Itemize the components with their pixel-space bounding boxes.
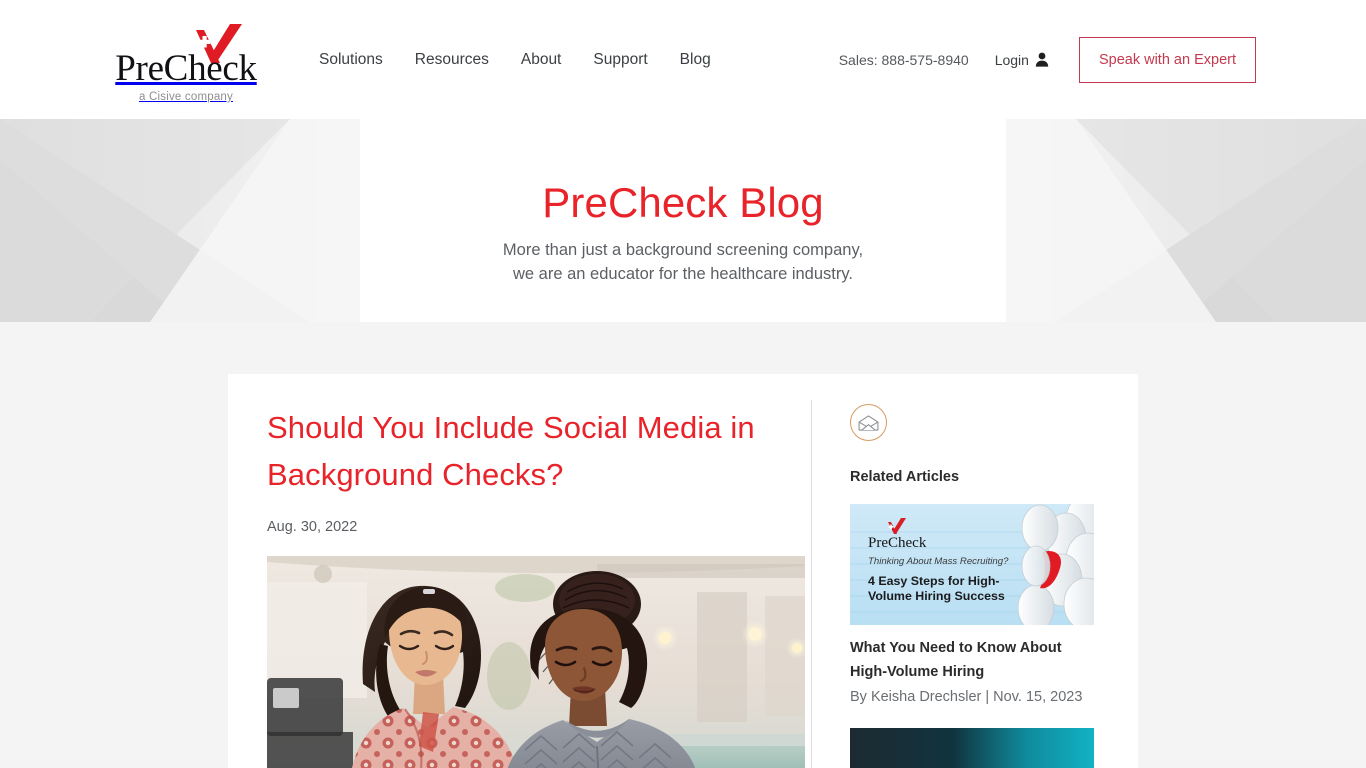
hero-title: PreCheck Blog [542,179,824,226]
svg-text:4 Easy Steps for High-: 4 Easy Steps for High- [868,574,1000,588]
primary-navigation: Solutions Resources About Support Blog [319,47,711,73]
related-article-thumbnail-2[interactable] [850,728,1094,768]
utility-navigation: Sales: 888-575-8940 Login Speak with an … [839,36,1256,83]
article-column: Should You Include Social Media in Backg… [228,374,811,768]
svg-text:Thinking About Mass Recruiting: Thinking About Mass Recruiting? [868,556,1009,567]
site-header: PreCheck a Cisive company Solutions Reso… [0,0,1366,119]
login-label: Login [994,51,1029,68]
nav-item-resources[interactable]: Resources [415,47,489,73]
nav-item-solutions[interactable]: Solutions [319,47,383,73]
related-article-title[interactable]: What You Need to Know About High-Volume … [850,636,1082,684]
nav-item-support[interactable]: Support [593,47,647,73]
open-envelope-icon[interactable] [850,404,887,441]
sidebar-column: Related Articles PreCheck Thinking About… [812,374,1138,768]
speak-with-expert-button[interactable]: Speak with an Expert [1078,36,1256,83]
blog-content-card: Should You Include Social Media in Backg… [228,374,1138,768]
hero-subtitle-line-2: we are an educator for the healthcare in… [513,265,853,283]
logo-wordmark: PreCheck [115,48,257,89]
hero-banner: PreCheck Blog More than just a backgroun… [0,119,1366,322]
article-hero-image [267,556,805,768]
login-link[interactable]: Login [995,52,1049,68]
nav-item-blog[interactable]: Blog [680,47,711,73]
sales-phone[interactable]: Sales: 888-575-8940 [839,52,969,68]
article-title[interactable]: Should You Include Social Media in Backg… [267,404,771,498]
site-logo[interactable]: PreCheck a Cisive company [112,22,260,103]
nav-item-about[interactable]: About [521,47,562,73]
related-article-thumbnail[interactable]: PreCheck Thinking About Mass Recruiting?… [850,504,1094,625]
svg-text:Volume Hiring Success: Volume Hiring Success [868,589,1005,603]
related-article-meta: By Keisha Drechsler | Nov. 15, 2023 [850,689,1083,705]
hero-subtitle-line-1: More than just a background screening co… [502,241,864,259]
related-articles-heading: Related Articles [850,469,960,485]
logo-tagline: a Cisive company [139,91,233,103]
related-article-item[interactable]: PreCheck Thinking About Mass Recruiting?… [850,504,1099,709]
article-date: Aug. 30, 2022 [267,519,358,535]
person-icon [1035,52,1049,67]
page-body: Should You Include Social Media in Backg… [0,322,1366,768]
svg-text:PreCheck: PreCheck [868,535,927,551]
